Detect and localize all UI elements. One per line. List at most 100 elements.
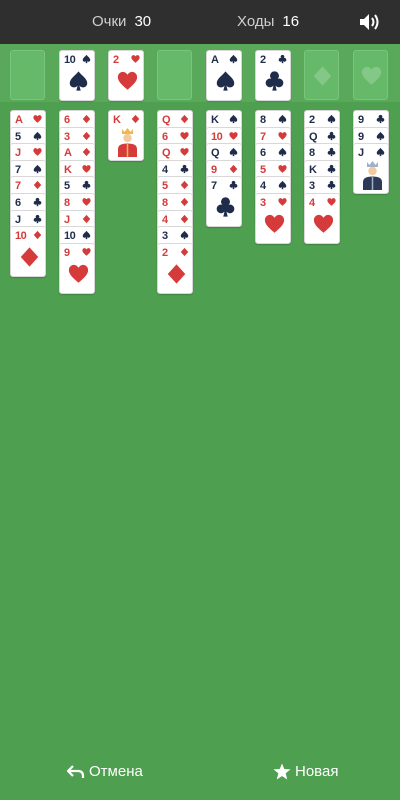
club-icon	[82, 181, 91, 190]
card-rank: 4	[309, 197, 315, 209]
undo-arrow-icon	[67, 764, 85, 778]
card-rank: K	[309, 163, 317, 176]
club-icon	[33, 214, 42, 223]
freecell-card[interactable]: 10	[59, 50, 95, 101]
diamond-icon	[180, 114, 189, 124]
card-rank: 6	[260, 147, 266, 160]
spade-large-icon	[216, 71, 235, 91]
club-icon	[33, 197, 42, 207]
diamond-icon	[33, 181, 42, 190]
spade-icon	[376, 148, 385, 157]
heart-large-icon	[313, 214, 334, 233]
heart-icon	[180, 148, 189, 156]
card-rank: 9	[358, 114, 364, 126]
heart-icon	[278, 131, 287, 140]
diamond-icon	[82, 214, 91, 223]
diamond-icon	[82, 131, 91, 140]
tableau-card[interactable]: 2	[157, 242, 193, 294]
card-rank: J	[15, 213, 21, 226]
tableau-card[interactable]: J	[353, 143, 389, 195]
diamond-icon	[180, 181, 189, 190]
tableau-card[interactable]: 10	[10, 226, 46, 278]
tableau-card[interactable]: K	[108, 110, 144, 161]
card-rank: 9	[64, 246, 70, 259]
heart-icon	[33, 148, 42, 156]
sound-button[interactable]	[358, 12, 380, 32]
spade-icon	[278, 181, 287, 190]
card-rank: 2	[162, 246, 168, 259]
card-rank: 8	[260, 114, 266, 126]
card-rank: 3	[64, 130, 70, 143]
card-rank: 8	[309, 147, 315, 160]
card-rank: A	[64, 147, 72, 160]
club-icon	[229, 181, 238, 190]
heart-icon	[82, 164, 91, 173]
heart-icon	[278, 164, 287, 173]
diamond-placeholder-icon	[313, 66, 332, 86]
heart-icon	[82, 247, 91, 256]
heart-placeholder-icon	[361, 66, 382, 85]
freecell-slot[interactable]	[157, 50, 192, 100]
tableau-card[interactable]: 7	[206, 176, 242, 228]
undo-button[interactable]: Отмена	[67, 763, 143, 780]
card-rank: 4	[162, 213, 168, 226]
heart-icon	[180, 131, 189, 140]
card-rank: Q	[309, 130, 318, 143]
card-rank: 10	[15, 230, 27, 243]
freecell-card[interactable]: 2	[108, 50, 144, 101]
card-rank: 10	[64, 230, 76, 243]
foundation-slot-heart[interactable]	[353, 50, 388, 100]
heart-large-icon	[264, 214, 285, 233]
heart-large-icon	[68, 264, 89, 283]
card-rank: 8	[162, 197, 168, 209]
card-rank: 7	[15, 180, 21, 193]
card-rank: 5	[162, 180, 168, 193]
card-rank: 10	[64, 54, 76, 66]
face-card-figure	[118, 128, 137, 157]
diamond-icon	[33, 231, 42, 240]
card-rank: K	[64, 163, 72, 176]
heart-icon	[82, 198, 91, 206]
score-label: Очки	[92, 13, 127, 30]
heart-icon	[131, 55, 140, 63]
heart-icon	[278, 198, 287, 206]
card-rank: 6	[162, 130, 168, 143]
club-icon	[327, 164, 336, 173]
tableau-card[interactable]: 9	[59, 242, 95, 294]
card-rank: 2	[113, 54, 119, 66]
card-rank: 3	[162, 230, 168, 243]
tableau-card[interactable]: 3	[255, 193, 291, 244]
card-rank: J	[64, 213, 70, 226]
spade-icon	[327, 114, 336, 124]
spade-icon	[33, 131, 42, 140]
foundation-card[interactable]: 2	[255, 50, 291, 101]
foundation-card[interactable]: A	[206, 50, 242, 101]
freecell-slot[interactable]	[10, 50, 45, 100]
card-rank: 7	[260, 130, 266, 143]
diamond-icon	[180, 214, 189, 223]
club-icon	[278, 54, 287, 64]
card-rank: Q	[162, 147, 171, 160]
spade-icon	[229, 54, 238, 64]
foundation-slot-diamond[interactable]	[304, 50, 339, 100]
tableau-card[interactable]: 4	[304, 193, 340, 244]
card-rank: 2	[260, 54, 266, 66]
card-rank: J	[15, 147, 21, 160]
new-game-label: Новая	[295, 763, 339, 780]
club-icon	[180, 164, 189, 173]
card-rank: K	[211, 114, 219, 126]
new-game-button[interactable]: Новая	[273, 763, 338, 780]
card-rank: 5	[15, 130, 21, 143]
top-bar: Очки 30 Ходы 16	[0, 0, 400, 44]
score-value: 30	[134, 13, 152, 30]
club-icon	[376, 114, 385, 124]
star-icon	[273, 763, 291, 780]
spade-icon	[33, 164, 42, 173]
card-rank: Q	[211, 147, 220, 160]
card-rank: 5	[260, 163, 266, 176]
diamond-icon	[82, 114, 91, 124]
heart-icon	[33, 115, 42, 123]
card-rank: 2	[309, 114, 315, 126]
face-card-figure	[363, 161, 382, 191]
diamond-icon	[82, 148, 91, 157]
